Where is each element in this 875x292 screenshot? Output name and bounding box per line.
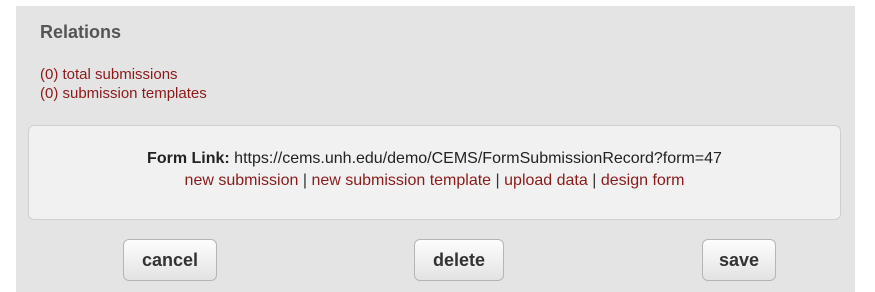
submission-templates-link[interactable]: (0) submission templates (40, 84, 207, 103)
separator: | (592, 172, 597, 189)
relations-list: (0) total submissions (0) submission tem… (40, 65, 207, 103)
form-link-label: Form Link: (147, 150, 230, 167)
delete-button[interactable]: delete (414, 239, 504, 281)
separator: | (495, 172, 500, 189)
form-actions: new submission | new submission template… (29, 170, 840, 192)
form-link-box: Form Link: https://cems.unh.edu/demo/CEM… (28, 125, 841, 220)
separator: | (302, 172, 307, 189)
form-link-line: Form Link: https://cems.unh.edu/demo/CEM… (29, 148, 840, 170)
form-link-url: https://cems.unh.edu/demo/CEMS/FormSubmi… (234, 150, 722, 167)
relations-panel: Relations (0) total submissions (0) subm… (16, 6, 855, 292)
section-title: Relations (40, 22, 122, 42)
design-form-link[interactable]: design form (601, 172, 685, 189)
save-button[interactable]: save (702, 239, 776, 281)
cancel-button[interactable]: cancel (123, 239, 217, 281)
upload-data-link[interactable]: upload data (504, 172, 588, 189)
new-submission-link[interactable]: new submission (185, 172, 299, 189)
total-submissions-link[interactable]: (0) total submissions (40, 65, 207, 84)
new-submission-template-link[interactable]: new submission template (311, 172, 491, 189)
